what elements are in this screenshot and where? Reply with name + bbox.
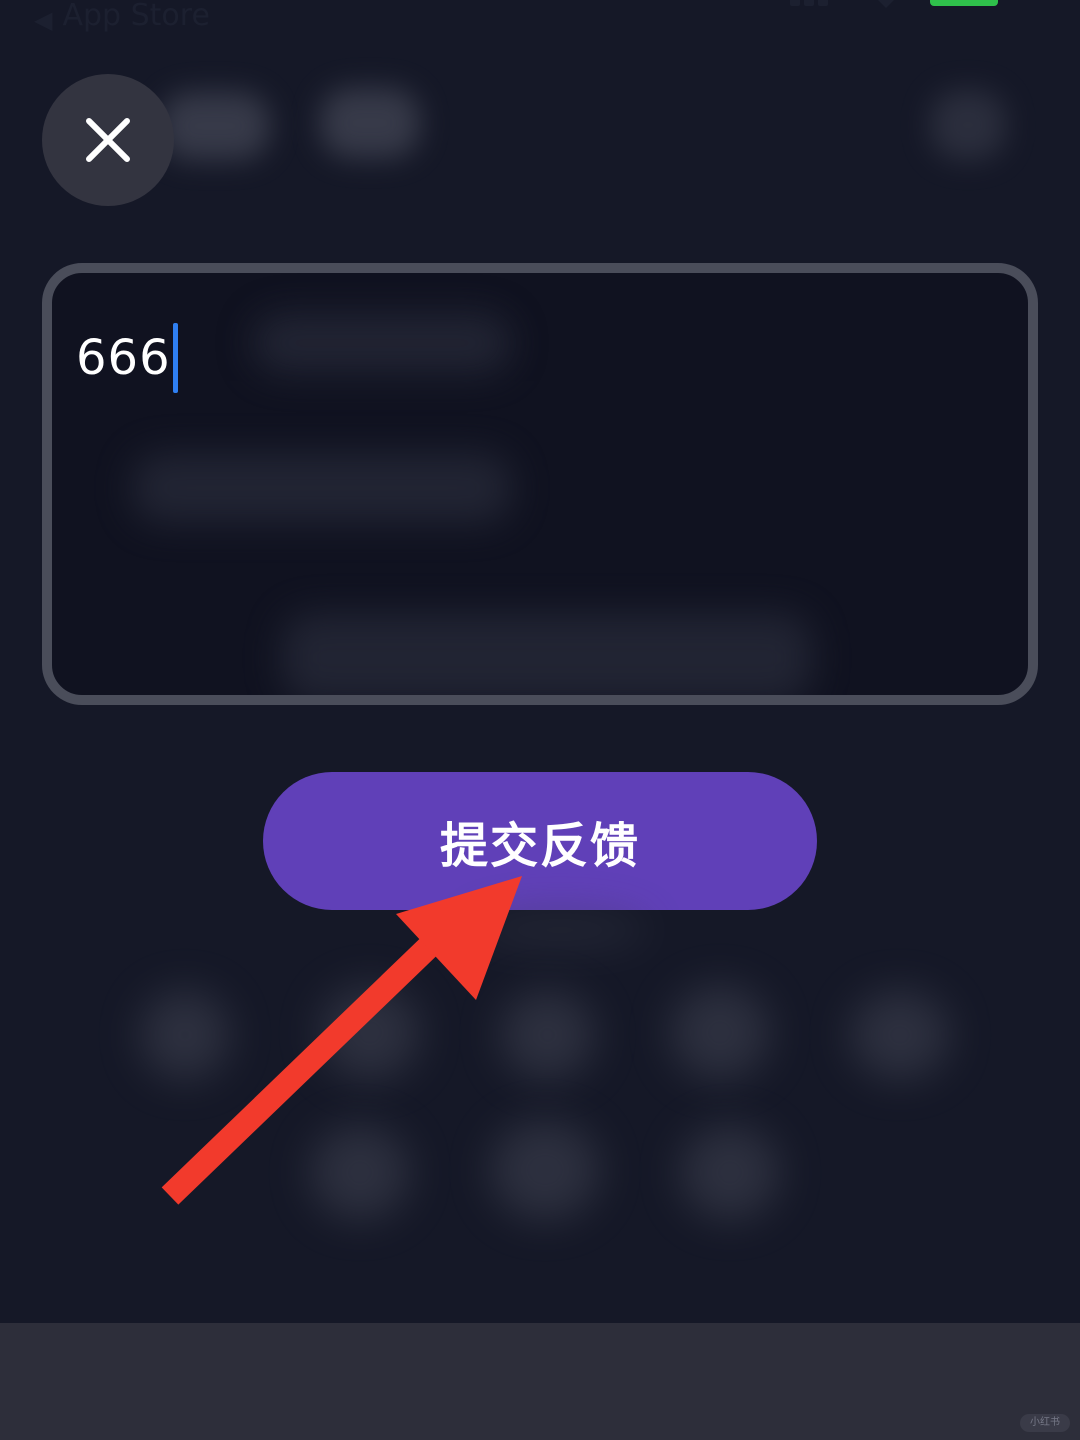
blurred-grid-item	[140, 990, 230, 1080]
blurred-header-title	[160, 92, 270, 160]
blurred-grid-item	[850, 990, 950, 1080]
submit-feedback-button[interactable]: 提交反馈	[263, 772, 817, 910]
blurred-background-content	[282, 613, 812, 695]
wifi-icon	[878, 0, 894, 8]
watermark: 小红书	[1020, 1414, 1070, 1432]
back-arrow-icon: ◀	[34, 6, 53, 34]
signal-icon	[790, 0, 832, 6]
blurred-grid-item	[320, 985, 420, 1080]
blurred-header-action	[930, 90, 1006, 160]
back-link-label: App Store	[62, 0, 210, 33]
blurred-grid-item	[310, 1125, 410, 1220]
feedback-textarea[interactable]: 666	[42, 263, 1038, 705]
battery-icon	[930, 0, 998, 6]
blurred-placeholder-text	[252, 313, 512, 373]
blurred-grid-item	[670, 985, 770, 1080]
blurred-grid-item	[500, 990, 595, 1080]
blurred-placeholder-text	[132, 453, 512, 523]
close-icon	[86, 118, 130, 162]
blurred-grid-item	[490, 1120, 600, 1220]
blurred-header-title	[320, 88, 420, 158]
red-annotation-arrow-icon	[161, 876, 522, 1205]
status-bar: ◀ App Store	[0, 0, 1080, 40]
bottom-bar: 小红书	[0, 1323, 1080, 1440]
close-button[interactable]	[42, 74, 174, 206]
feedback-input-content: 666	[76, 323, 178, 393]
back-to-app-store-link[interactable]: ◀ App Store	[34, 0, 210, 40]
text-cursor	[172, 323, 178, 393]
blurred-grid-item	[470, 910, 650, 950]
blurred-grid-item	[680, 1125, 780, 1220]
feedback-input-value: 666	[76, 330, 171, 386]
